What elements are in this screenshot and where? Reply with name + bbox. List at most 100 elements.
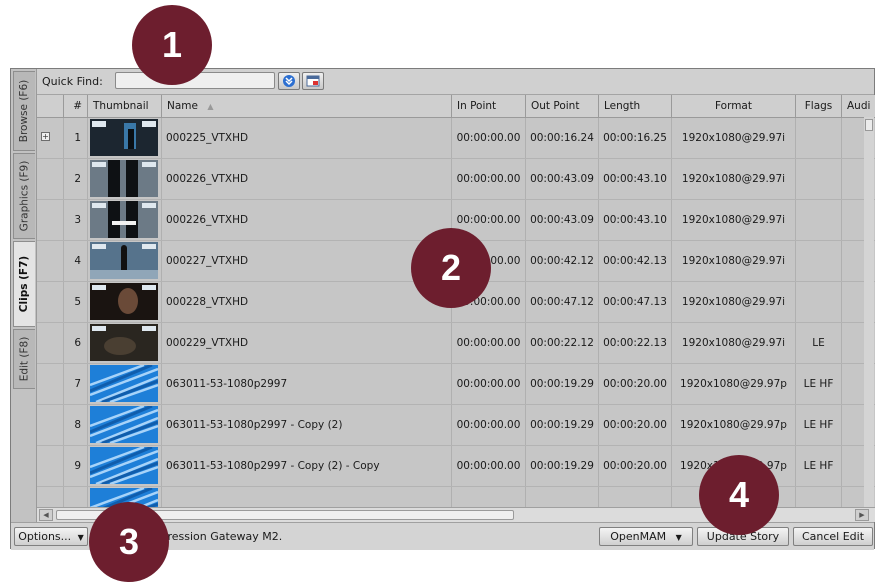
column-header-in-point[interactable]: In Point xyxy=(452,95,526,117)
thumbnail-cell xyxy=(88,405,162,445)
tab-edit[interactable]: Edit (F8) xyxy=(13,329,35,389)
clip-format: 1920x1080@29.97i xyxy=(672,118,796,158)
clip-name: 063011-53-1080p2997 - Copy (2) xyxy=(162,405,452,445)
column-header-name-label: Name xyxy=(167,100,198,112)
clip-length: 00:00:43.10 xyxy=(599,200,672,240)
table-row[interactable]: 7 063011-53-1080p2997 00:00:00.00 00:00:19.… xyxy=(37,364,875,405)
table-row[interactable]: 6 000229_VTXHD 00:00:00.00 00:00:22.12 00:00… xyxy=(37,323,875,364)
openmam-label: OpenMAM xyxy=(610,530,667,543)
clip-thumbnail xyxy=(90,201,158,238)
scroll-left-button[interactable]: ◀ xyxy=(39,509,53,521)
clip-format: 1920x1080@29.97i xyxy=(672,159,796,199)
clip-thumbnail xyxy=(90,324,158,361)
column-header-flags[interactable]: Flags xyxy=(796,95,842,117)
cancel-edit-button[interactable]: Cancel Edit xyxy=(793,527,873,546)
column-header-format[interactable]: Format xyxy=(672,95,796,117)
out-point: 00:00:19.29 xyxy=(526,405,599,445)
row-expand-cell xyxy=(37,200,64,240)
quick-find-clear-button[interactable] xyxy=(302,72,324,90)
clip-flags xyxy=(796,200,842,240)
out-point: 00:00:22.12 xyxy=(526,323,599,363)
callout-1: 1 xyxy=(132,5,212,85)
row-expand-cell xyxy=(37,446,64,486)
vertical-scroll-thumb[interactable] xyxy=(865,119,873,131)
tab-clips-label: Clips (F7) xyxy=(18,255,31,313)
status-text: Pression Gateway M2. xyxy=(161,530,283,543)
thumbnail-cell xyxy=(88,364,162,404)
table-row[interactable]: 8 063011-53-1080p2997 - Copy (2) 00:00:00.… xyxy=(37,405,875,446)
quick-find-search-button[interactable] xyxy=(278,72,300,90)
clip-name: 000228_VTXHD xyxy=(162,282,452,322)
chevron-down-icon: ▼ xyxy=(675,533,682,542)
row-number: 2 xyxy=(64,159,88,199)
column-header-number[interactable]: # xyxy=(64,95,88,117)
row-number: 3 xyxy=(64,200,88,240)
clip-name: 000226_VTXHD xyxy=(162,159,452,199)
thumbnail-cell xyxy=(88,323,162,363)
clip-length: 00:00:43.10 xyxy=(599,159,672,199)
row-number: 8 xyxy=(64,405,88,445)
tab-browse[interactable]: Browse (F6) xyxy=(13,71,35,151)
clip-format: 1920x1080@29.97i xyxy=(672,241,796,281)
clip-flags xyxy=(796,241,842,281)
row-expand-cell xyxy=(37,323,64,363)
clip-length xyxy=(599,487,672,507)
clip-format: 1920x1080@29.97p xyxy=(672,364,796,404)
row-number: 1 xyxy=(64,118,88,158)
openmam-dropdown[interactable]: OpenMAM ▼ xyxy=(599,527,693,546)
clip-thumbnail xyxy=(90,242,158,279)
clip-thumbnail xyxy=(90,119,158,156)
tab-graphics[interactable]: Graphics (F9) xyxy=(13,153,35,239)
clip-name: 000229_VTXHD xyxy=(162,323,452,363)
clip-name: 000226_VTXHD xyxy=(162,200,452,240)
thumbnail-cell xyxy=(88,159,162,199)
quick-find-label: Quick Find: xyxy=(42,75,103,88)
clip-length: 00:00:20.00 xyxy=(599,405,672,445)
column-header-thumbnail[interactable]: Thumbnail xyxy=(88,95,162,117)
row-expand-cell xyxy=(37,282,64,322)
clip-length: 00:00:20.00 xyxy=(599,446,672,486)
options-button[interactable]: Options... ▼ xyxy=(14,527,88,546)
thumbnail-cell xyxy=(88,118,162,158)
column-header-audio[interactable]: Audi xyxy=(842,95,875,117)
clip-name: 063011-53-1080p2997 xyxy=(162,364,452,404)
scroll-right-button[interactable]: ▶ xyxy=(855,509,869,521)
row-number: 4 xyxy=(64,241,88,281)
clip-length: 00:00:47.13 xyxy=(599,282,672,322)
clip-flags: LE HF xyxy=(796,405,842,445)
clip-thumbnail xyxy=(90,283,158,320)
row-expand-cell xyxy=(37,487,64,507)
side-tab-bar: Browse (F6) Graphics (F9) Clips (F7) Edi… xyxy=(11,69,37,548)
clip-name: 000225_VTXHD xyxy=(162,118,452,158)
table-row[interactable]: +1 000225_VTXHD 00:00:00.00 00:00:16.24 00:0… xyxy=(37,118,875,159)
clip-format: 1920x1080@29.97i xyxy=(672,282,796,322)
in-point xyxy=(452,487,526,507)
clip-format: 1920x1080@29.97p xyxy=(672,405,796,445)
tab-clips[interactable]: Clips (F7) xyxy=(13,241,35,327)
window-clear-icon xyxy=(306,75,320,87)
out-point: 00:00:19.29 xyxy=(526,364,599,404)
out-point: 00:00:19.29 xyxy=(526,446,599,486)
clip-flags: LE HF xyxy=(796,364,842,404)
column-header-out-point[interactable]: Out Point xyxy=(526,95,599,117)
clip-flags: LE xyxy=(796,323,842,363)
column-header-length[interactable]: Length xyxy=(599,95,672,117)
out-point: 00:00:47.12 xyxy=(526,282,599,322)
out-point xyxy=(526,487,599,507)
clip-length: 00:00:42.13 xyxy=(599,241,672,281)
tab-browse-label: Browse (F6) xyxy=(18,79,31,143)
out-point: 00:00:43.09 xyxy=(526,200,599,240)
thumbnail-cell xyxy=(88,282,162,322)
row-number: 5 xyxy=(64,282,88,322)
thumbnail-cell xyxy=(88,446,162,486)
column-header-name[interactable]: Name ▲ xyxy=(162,95,452,117)
vertical-scrollbar[interactable] xyxy=(864,117,874,509)
column-header-expand xyxy=(37,95,64,117)
clip-length: 00:00:16.25 xyxy=(599,118,672,158)
expand-plus-icon[interactable]: + xyxy=(41,132,50,141)
thumbnail-cell xyxy=(88,200,162,240)
row-number: 7 xyxy=(64,364,88,404)
row-number: 9 xyxy=(64,446,88,486)
table-row[interactable]: 2 000226_VTXHD 00:00:00.00 00:00:43.09 00:00… xyxy=(37,159,875,200)
clip-flags: LE HF xyxy=(796,446,842,486)
